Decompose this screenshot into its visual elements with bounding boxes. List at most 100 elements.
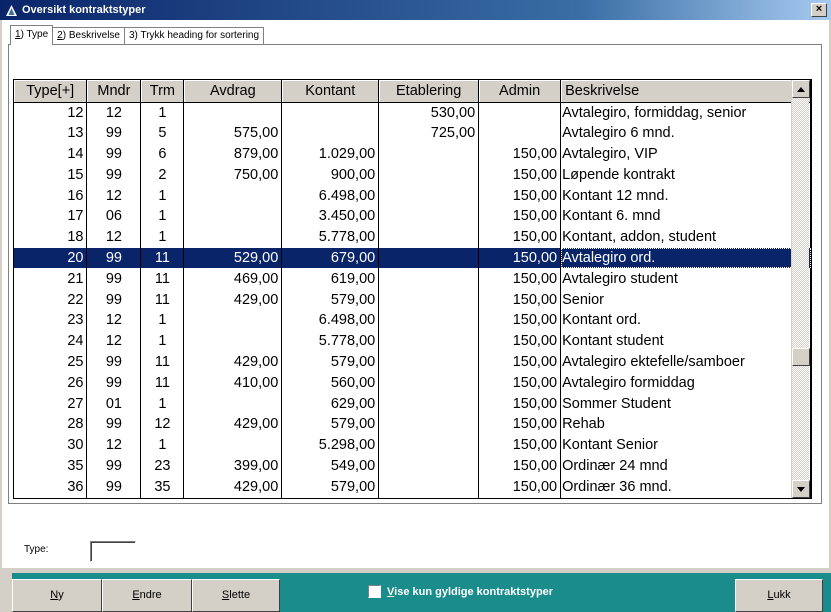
type-filter-input[interactable] [90, 541, 136, 562]
endre-button-accesskey: E [132, 589, 140, 601]
bottom-toolbar: Ny Endre Slette Vise kun gyldige kontrak… [12, 573, 831, 612]
cell-type: 16 [14, 185, 88, 206]
cell-etablering [378, 330, 480, 352]
table-row[interactable]: 35 99 23 399,00 549,00 150,00 Ordinær 24 mnd [14, 455, 811, 477]
table-row[interactable]: 23 12 1 6.498,00 150,00 Kontant ord. [14, 309, 811, 331]
table-row[interactable]: 25 99 11 429,00 579,00 150,00 Avtalegiro ektef… [14, 351, 811, 373]
cell-kontant: 5.778,00 [281, 330, 380, 352]
cell-beskrivelse: Kontant 6. mnd [560, 205, 811, 227]
slette-button[interactable]: Slette [192, 579, 280, 612]
table-row[interactable]: 22 99 11 429,00 579,00 150,00 Senior [14, 289, 811, 310]
table-row[interactable]: 30 12 1 5.298,00 150,00 Kontant Senior [14, 434, 811, 456]
table-row[interactable]: 14 99 6 879,00 1.029,00 150,00 Avtalegiro, VIP [14, 143, 811, 165]
table-row[interactable]: 15 99 2 750,00 900,00 150,00 Løpende kontrakt [14, 164, 811, 186]
cell-avdrag: 429,00 [183, 476, 283, 498]
cell-etablering [378, 372, 480, 394]
cell-avdrag: 429,00 [183, 413, 283, 435]
cell-kontant: 5.778,00 [281, 226, 380, 248]
tab-beskrivelse-label: ) Beskrivelse [62, 30, 120, 41]
cell-kontant: 549,00 [281, 455, 380, 477]
tab-type[interactable]: 1) Type [10, 25, 54, 45]
vertical-scrollbar[interactable] [791, 80, 810, 498]
tab-sortering[interactable]: 3) Trykk heading for sortering [123, 27, 265, 45]
column-header-etablering[interactable]: Etablering [378, 80, 480, 103]
cell-avdrag [183, 185, 283, 206]
cell-mndr: 06 [86, 205, 142, 227]
cell-etablering [378, 164, 480, 186]
endre-button[interactable]: Endre [102, 579, 192, 612]
cell-kontant: 579,00 [281, 476, 380, 498]
table-row[interactable]: 20 99 11 529,00 679,00 150,00 Avtalegiro ord. [14, 247, 811, 269]
cell-etablering [378, 309, 480, 331]
app-icon [4, 3, 18, 17]
cell-type: 28 [14, 413, 88, 435]
cell-mndr: 01 [86, 393, 142, 414]
table-row[interactable]: 27 01 1 629,00 150,00 Sommer Student [14, 393, 811, 414]
cell-trm: 1 [140, 226, 185, 248]
cell-mndr: 99 [86, 476, 142, 498]
cell-beskrivelse: Rehab [560, 413, 811, 435]
cell-type: 30 [14, 434, 88, 456]
cell-trm: 11 [140, 247, 185, 269]
cell-mndr: 99 [86, 289, 142, 310]
valid-types-checkbox[interactable] [368, 585, 381, 598]
cell-kontant: 3.450,00 [281, 205, 380, 227]
table-row[interactable]: 12 12 1 530,00 Avtalegiro, formiddag, senior [14, 102, 811, 123]
lukk-button[interactable]: Lukk [735, 579, 823, 612]
column-header-beskrivelse[interactable]: Beskrivelse [560, 80, 811, 103]
table-row[interactable]: 17 06 1 3.450,00 150,00 Kontant 6. mnd [14, 205, 811, 227]
column-header-kontant[interactable]: Kontant [281, 80, 380, 103]
tab-beskrivelse[interactable]: 2) Beskrivelse [52, 27, 125, 45]
cell-avdrag [183, 226, 283, 248]
cell-beskrivelse: Senior [560, 289, 811, 310]
scroll-up-arrow-icon[interactable] [792, 80, 810, 98]
cell-admin: 150,00 [478, 247, 562, 269]
cell-trm: 6 [140, 143, 185, 165]
cell-admin: 150,00 [478, 393, 562, 414]
cell-mndr: 99 [86, 122, 142, 144]
cell-avdrag: 429,00 [183, 289, 283, 310]
cell-etablering: 725,00 [378, 122, 480, 144]
cell-type: 35 [14, 455, 88, 477]
cell-kontant [281, 102, 380, 123]
cell-admin: 150,00 [478, 372, 562, 394]
scroll-down-arrow-icon[interactable] [792, 480, 810, 498]
cell-mndr: 12 [86, 309, 142, 331]
table-row[interactable]: 26 99 11 410,00 560,00 150,00 Avtalegiro formi… [14, 372, 811, 394]
table-row[interactable]: 24 12 1 5.778,00 150,00 Kontant student [14, 330, 811, 352]
tab-panel: Type[+] Mndr Trm Avdrag Kontant Etableri… [8, 44, 822, 504]
cell-mndr: 12 [86, 434, 142, 456]
table-row[interactable]: 13 99 5 575,00 725,00 Avtalegiro 6 mnd. [14, 122, 811, 144]
cell-avdrag [183, 434, 283, 456]
table-row[interactable]: 18 12 1 5.778,00 150,00 Kontant, addon, stude… [14, 226, 811, 248]
table-row[interactable]: 36 99 35 429,00 579,00 150,00 Ordinær 36 mnd. [14, 476, 811, 498]
table-row[interactable]: 379923379,00529,00 150,00Addon/Formiddag … [14, 497, 811, 498]
scrollbar-thumb[interactable] [792, 348, 810, 366]
table-header-row: Type[+] Mndr Trm Avdrag Kontant Etableri… [14, 80, 811, 103]
cell-admin: 150,00 [478, 434, 562, 456]
cell-trm: 5 [140, 122, 185, 144]
table-row[interactable]: 21 99 11 469,00 619,00 150,00 Avtalegiro stude… [14, 268, 811, 290]
valid-types-label-text: ise kun gyldige kontraktstyper [394, 585, 554, 598]
column-header-trm[interactable]: Trm [140, 80, 185, 103]
table-row[interactable]: 28 99 12 429,00 579,00 150,00 Rehab [14, 413, 811, 435]
close-icon[interactable]: × [811, 3, 827, 17]
table-row[interactable]: 16 12 1 6.498,00 150,00 Kontant 12 mnd. [14, 185, 811, 206]
column-header-admin[interactable]: Admin [478, 80, 562, 103]
cell-etablering [378, 143, 480, 165]
cell-beskrivelse: Avtalegiro student [560, 268, 811, 290]
cell-avdrag: 529,00 [183, 247, 283, 269]
cell-admin: 150,00 [478, 497, 562, 498]
cell-admin: 150,00 [478, 143, 562, 165]
column-header-mndr[interactable]: Mndr [86, 80, 142, 103]
column-header-avdrag[interactable]: Avdrag [183, 80, 283, 103]
cell-kontant: 579,00 [281, 413, 380, 435]
ny-button[interactable]: Ny [12, 579, 102, 612]
cell-admin: 150,00 [478, 289, 562, 310]
cell-admin: 150,00 [478, 185, 562, 206]
column-header-type[interactable]: Type[+] [14, 80, 88, 103]
cell-type: 22 [14, 289, 88, 310]
valid-types-checkbox-row[interactable]: Vise kun gyldige kontraktstyper [368, 585, 553, 598]
cell-avdrag: 750,00 [183, 164, 283, 186]
valid-types-checkbox-label: Vise kun gyldige kontraktstyper [387, 586, 553, 598]
